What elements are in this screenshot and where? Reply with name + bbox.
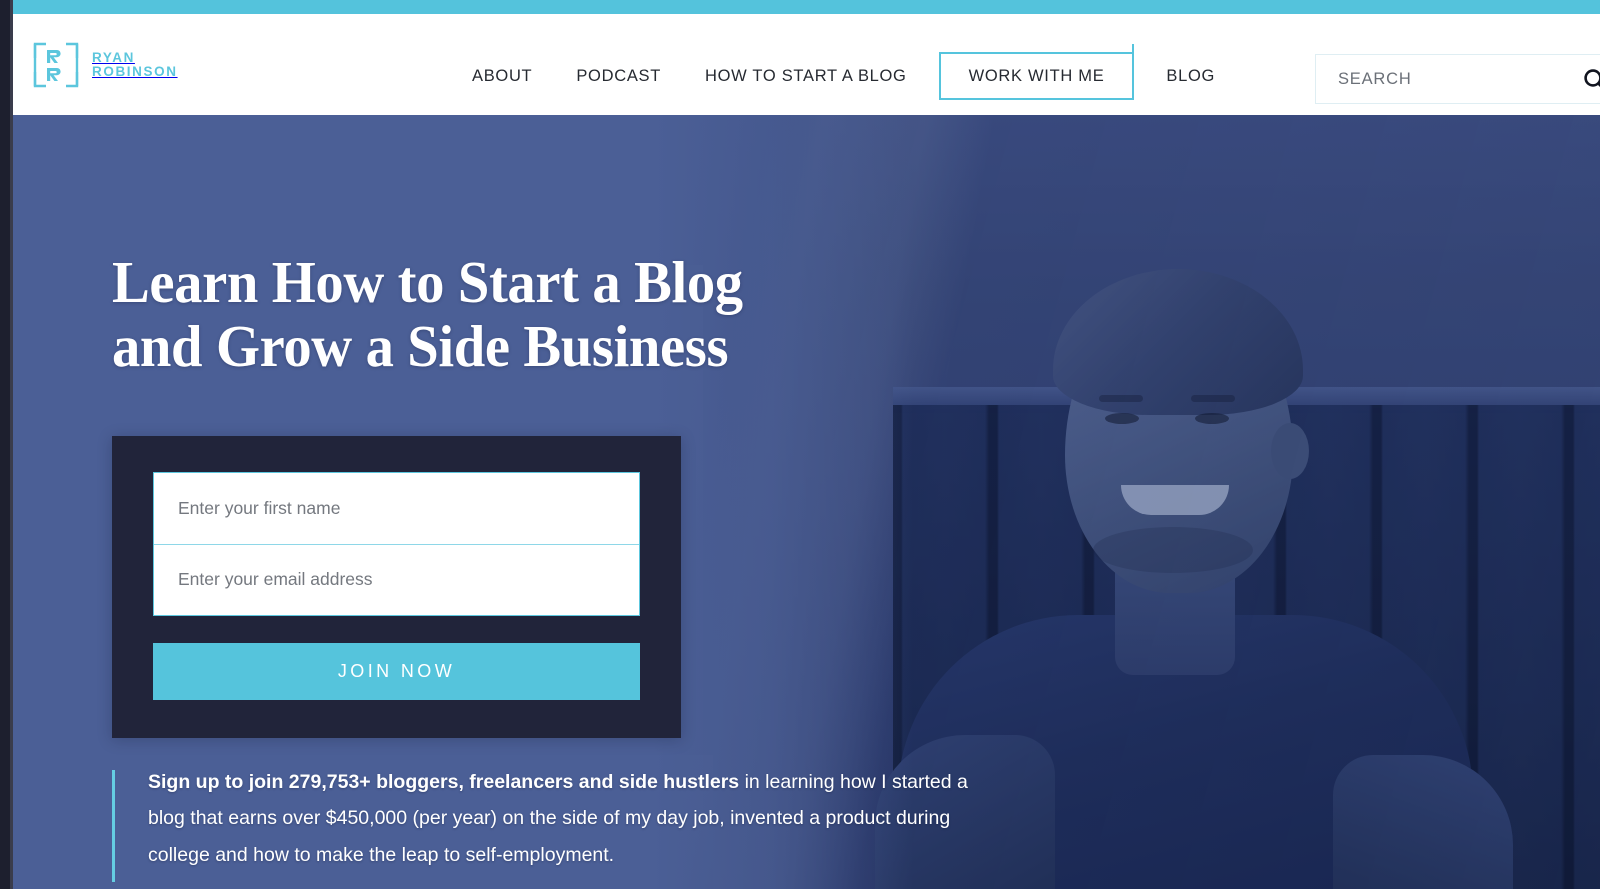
site-logo[interactable]: RYAN ROBINSON [33,42,178,88]
optin-form: JOIN NOW [112,435,681,738]
browser-left-edge [0,0,10,889]
nav-item-work-with-me[interactable]: WORK WITH ME [938,44,1135,100]
optin-field-group [153,471,640,616]
search-box[interactable] [1315,54,1600,104]
nav-item-about[interactable]: ABOUT [450,52,554,100]
hero-content: Learn How to Start a Blog and Grow a Sid… [112,115,1012,882]
join-now-button[interactable]: JOIN NOW [153,642,640,700]
search-input[interactable] [1316,69,1516,89]
hero-headline: Learn How to Start a Blog and Grow a Sid… [112,249,743,380]
nav-item-blog[interactable]: BLOG [1144,52,1237,100]
page-root: RYAN ROBINSON ABOUT PODCAST HOW TO START… [0,0,1600,889]
search-icon[interactable] [1582,67,1600,93]
ryan-robinson-monogram-icon [33,42,79,88]
hero-blurb-text: Sign up to join 279,753+ bloggers, freel… [148,764,992,874]
browser-left-edge-shade [10,0,13,889]
logo-line-1: RYAN [92,50,135,66]
main-nav: ABOUT PODCAST HOW TO START A BLOG WORK W… [450,44,1237,100]
logo-line-2: ROBINSON [92,64,178,79]
hero-section: Learn How to Start a Blog and Grow a Sid… [13,115,1600,889]
site-header: RYAN ROBINSON ABOUT PODCAST HOW TO START… [10,14,1600,115]
nav-item-podcast[interactable]: PODCAST [554,52,683,100]
hero-blurb-bold: Sign up to join 279,753+ bloggers, freel… [148,770,740,793]
hero-blurb: Sign up to join 279,753+ bloggers, freel… [112,764,992,882]
nav-item-how-to-start-a-blog[interactable]: HOW TO START A BLOG [683,52,929,100]
logo-wordmark: RYAN ROBINSON [92,51,178,79]
hero-blurb-accent-rule [112,769,115,882]
email-input[interactable] [154,543,639,615]
first-name-input[interactable] [154,472,639,544]
top-accent-bar [10,0,1600,14]
